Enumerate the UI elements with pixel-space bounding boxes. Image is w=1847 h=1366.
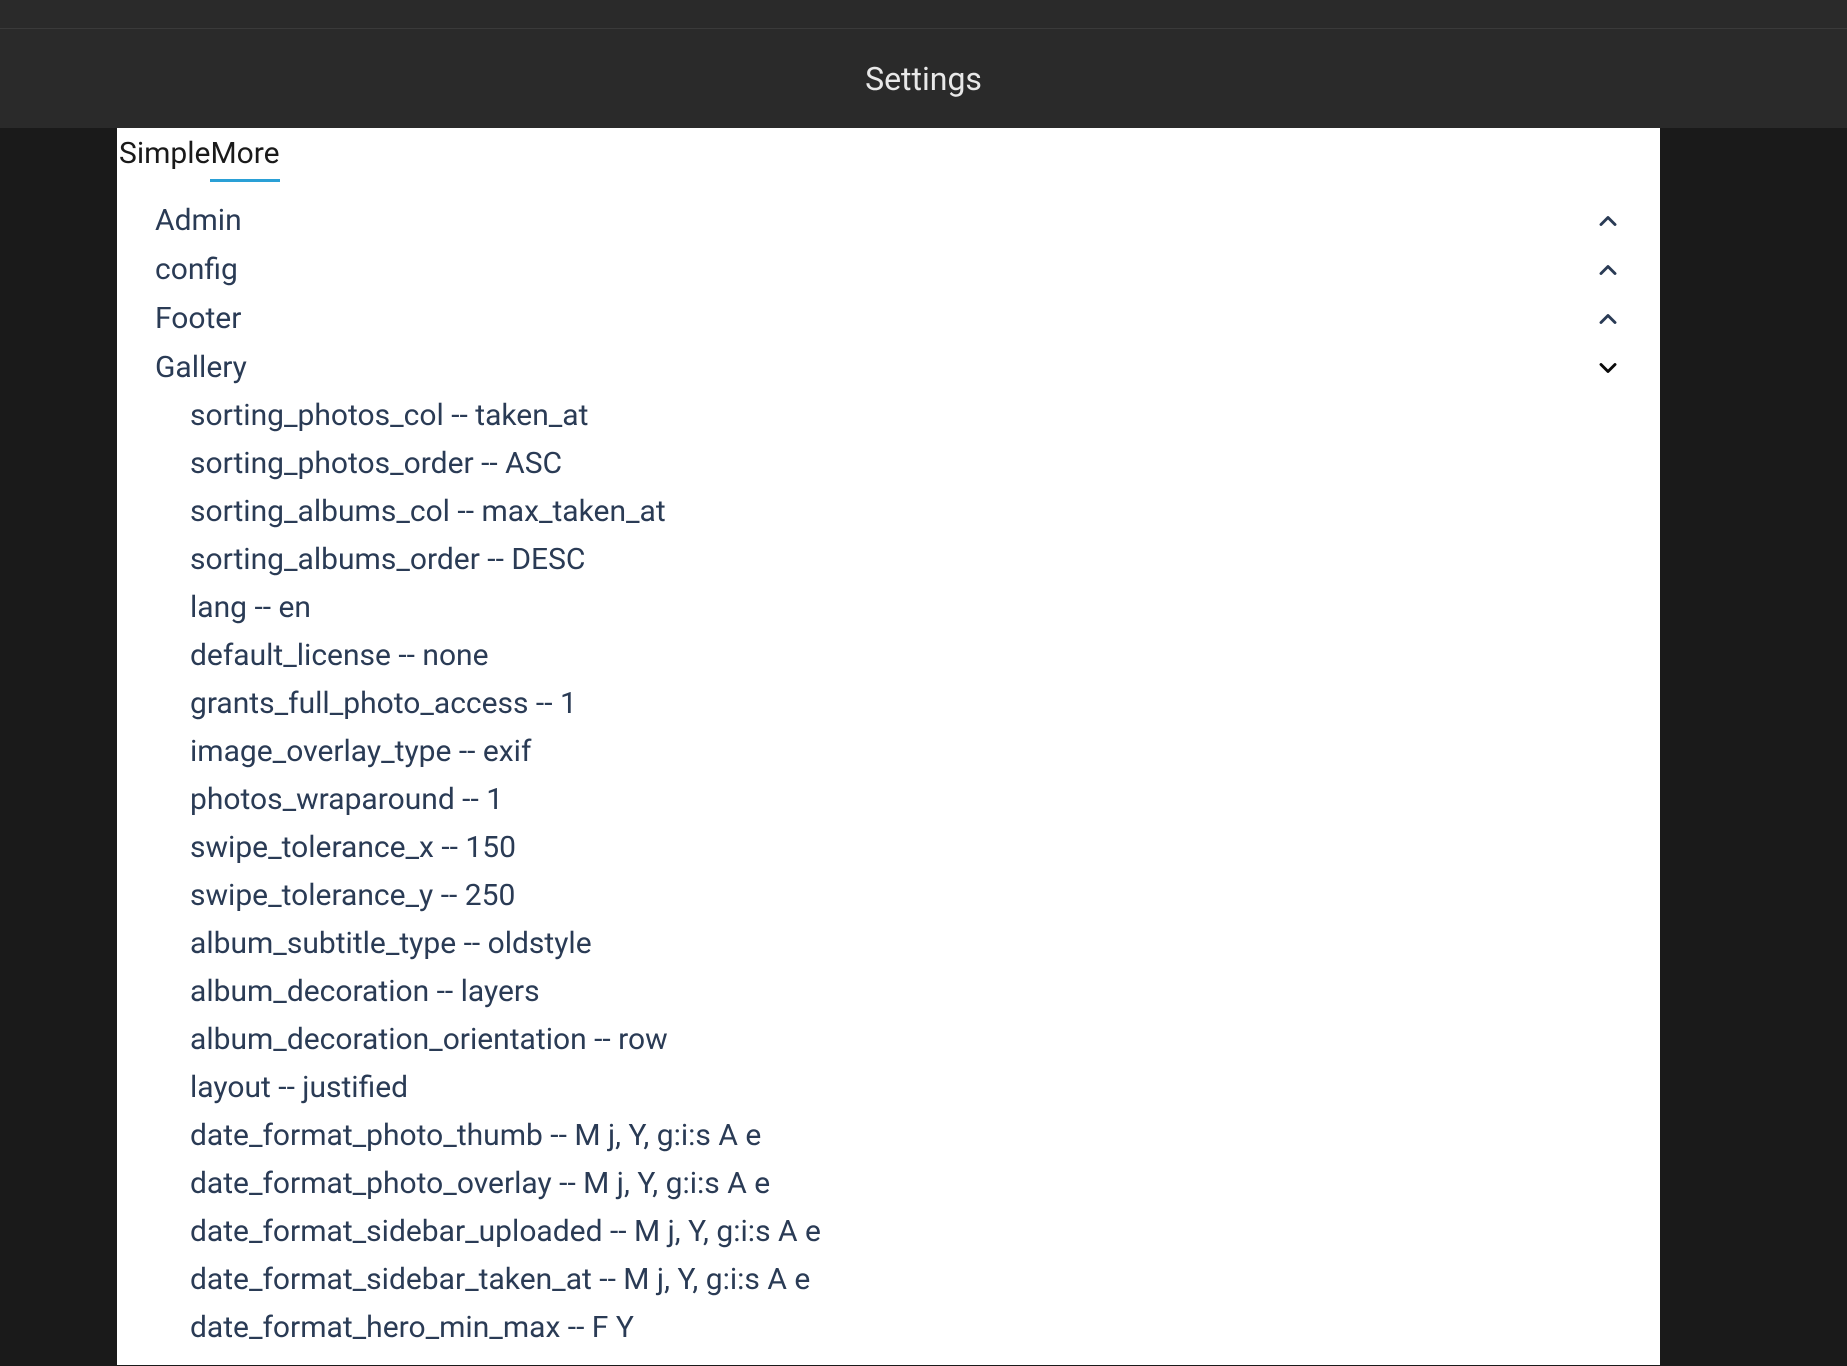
setting-item[interactable]: date_format_hero_min_max -- F Y (190, 1304, 1660, 1352)
setting-item[interactable]: album_decoration_orientation -- row (190, 1016, 1660, 1064)
tab-more[interactable]: More (210, 128, 279, 182)
content-wrap: SimpleMore Admin config Footer Gallery sorti… (0, 128, 1847, 1365)
setting-item[interactable]: album_decoration -- layers (190, 968, 1660, 1016)
section-label: Admin (155, 203, 242, 238)
setting-item[interactable]: layout -- justified (190, 1064, 1660, 1112)
topbar (0, 0, 1847, 29)
setting-item[interactable]: sorting_albums_col -- max_taken_at (190, 488, 1660, 536)
setting-item[interactable]: photos_wraparound -- 1 (190, 776, 1660, 824)
setting-item[interactable]: sorting_photos_order -- ASC (190, 440, 1660, 488)
section-gallery[interactable]: Gallery (117, 343, 1660, 392)
section-admin[interactable]: Admin (117, 196, 1660, 245)
chevron-up-icon (1594, 256, 1622, 284)
settings-panel: SimpleMore Admin config Footer Gallery sorti… (117, 128, 1660, 1365)
setting-item[interactable]: lang -- en (190, 584, 1660, 632)
section-label: config (155, 252, 238, 287)
chevron-up-icon (1594, 207, 1622, 235)
setting-item[interactable]: swipe_tolerance_y -- 250 (190, 872, 1660, 920)
setting-item[interactable]: image_overlay_type -- exif (190, 728, 1660, 776)
setting-item[interactable]: date_format_sidebar_uploaded -- M j, Y, … (190, 1208, 1660, 1256)
tabs: SimpleMore (117, 128, 1660, 182)
setting-item[interactable]: grants_full_photo_access -- 1 (190, 680, 1660, 728)
chevron-up-icon (1594, 305, 1622, 333)
setting-item[interactable]: sorting_albums_order -- DESC (190, 536, 1660, 584)
page-header: Settings (0, 29, 1847, 128)
setting-item[interactable]: default_license -- none (190, 632, 1660, 680)
sections: Admin config Footer Gallery sorting_photos_c… (117, 182, 1660, 1352)
section-config[interactable]: config (117, 245, 1660, 294)
setting-item[interactable]: album_subtitle_type -- oldstyle (190, 920, 1660, 968)
setting-list: sorting_photos_col -- taken_atsorting_ph… (117, 392, 1660, 1352)
setting-item[interactable]: sorting_photos_col -- taken_at (190, 392, 1660, 440)
setting-item[interactable]: swipe_tolerance_x -- 150 (190, 824, 1660, 872)
setting-item[interactable]: date_format_photo_overlay -- M j, Y, g:i… (190, 1160, 1660, 1208)
tab-simple[interactable]: Simple (119, 128, 210, 182)
setting-item[interactable]: date_format_photo_thumb -- M j, Y, g:i:s… (190, 1112, 1660, 1160)
chevron-down-icon (1594, 354, 1622, 382)
section-label: Gallery (155, 350, 247, 385)
section-footer[interactable]: Footer (117, 294, 1660, 343)
setting-item[interactable]: date_format_sidebar_taken_at -- M j, Y, … (190, 1256, 1660, 1304)
page-title: Settings (865, 60, 982, 98)
section-label: Footer (155, 301, 241, 336)
